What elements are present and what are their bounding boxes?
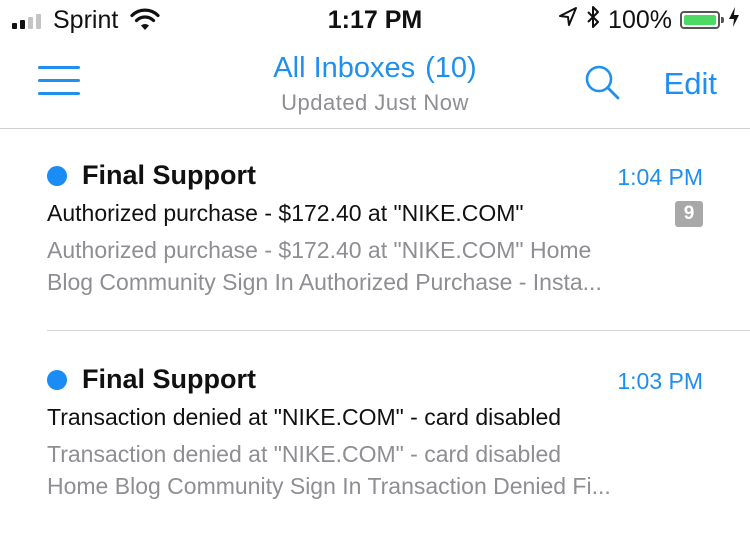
nav-bar: All Inboxes (10) Updated Just Now Edit xyxy=(0,40,750,129)
message-sender: Final Support xyxy=(82,364,256,394)
unread-dot-icon xyxy=(47,370,67,390)
message-subject: Transaction denied at "NIKE.COM" - card … xyxy=(47,404,562,430)
inbox-count: (10) xyxy=(425,52,477,84)
location-icon xyxy=(558,6,578,35)
preview-line: Blog Community Sign In Authorized Purcha… xyxy=(47,269,602,295)
page-title[interactable]: All Inboxes (10) xyxy=(0,52,750,85)
bluetooth-icon xyxy=(586,5,600,36)
unread-dot-icon xyxy=(47,166,67,186)
inbox-title: All Inboxes xyxy=(273,52,416,84)
preview-line: Transaction denied at "NIKE.COM" - card … xyxy=(47,441,562,467)
update-status: Updated Just Now xyxy=(281,90,469,115)
message-time: 1:04 PM xyxy=(617,164,703,190)
status-bar: Sprint 1:17 PM 100% xyxy=(0,0,750,40)
message-preview: Transaction denied at "NIKE.COM" - card … xyxy=(47,438,687,502)
search-icon[interactable] xyxy=(582,62,622,102)
edit-button[interactable]: Edit xyxy=(664,66,717,102)
message-preview: Authorized purchase - $172.40 at "NIKE.C… xyxy=(47,234,687,298)
preview-line: Authorized purchase - $172.40 at "NIKE.C… xyxy=(47,237,592,263)
battery-fill xyxy=(684,15,716,25)
list-item[interactable]: Final Support 1:04 PM Authorized purchas… xyxy=(0,130,750,330)
message-time: 1:03 PM xyxy=(617,368,703,394)
charging-icon xyxy=(728,6,740,35)
battery-percent: 100% xyxy=(608,5,672,34)
thread-count-badge: 9 xyxy=(675,201,703,227)
preview-line: Home Blog Community Sign In Transaction … xyxy=(47,473,611,499)
list-item[interactable]: Final Support 1:03 PM Transaction denied… xyxy=(0,334,750,534)
message-sender: Final Support xyxy=(82,160,256,190)
message-subject: Authorized purchase - $172.40 at "NIKE.C… xyxy=(47,200,524,226)
battery-icon xyxy=(680,11,724,29)
divider xyxy=(47,330,750,331)
